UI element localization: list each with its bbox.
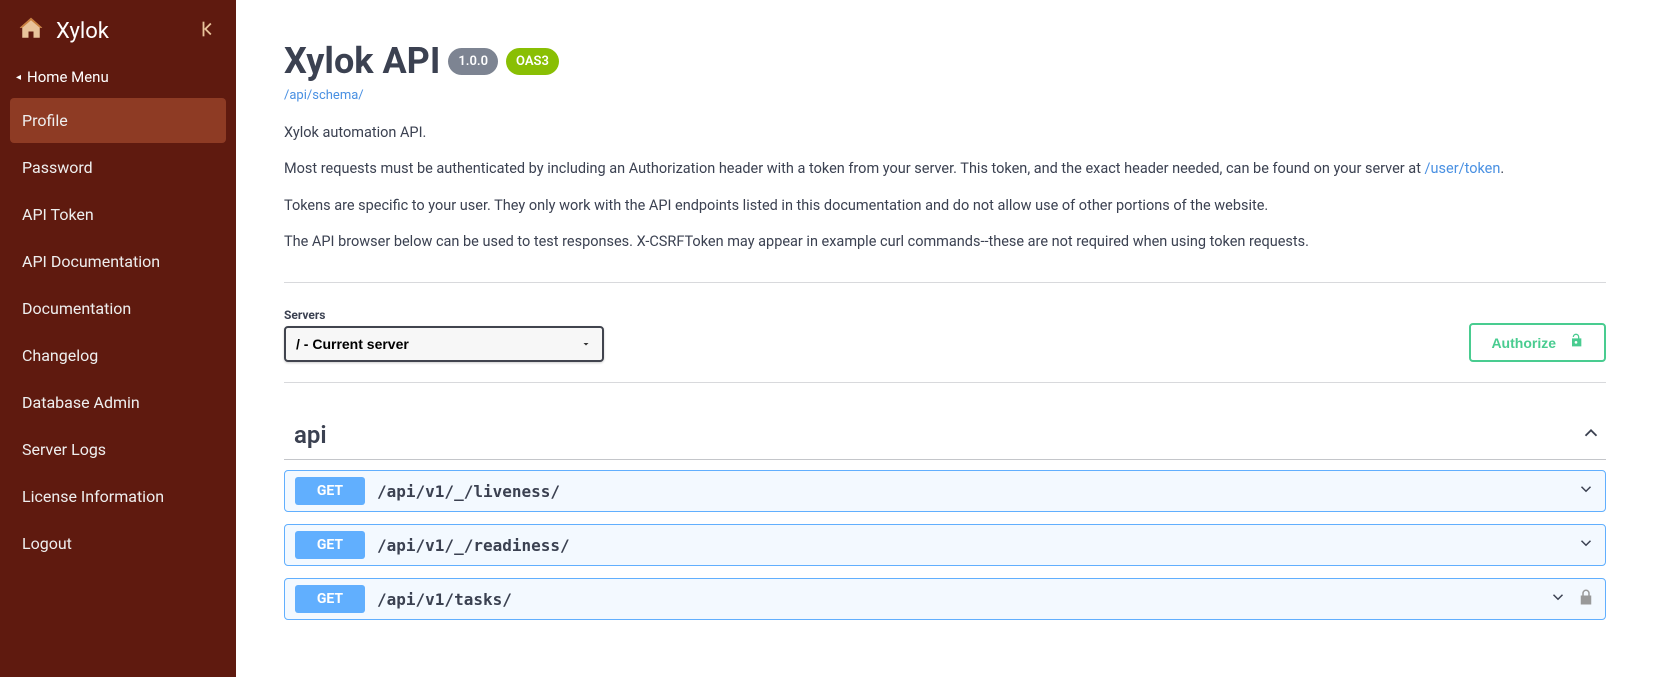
chevron-down-icon [1577, 480, 1595, 502]
chevron-down-icon [1549, 588, 1567, 610]
lock-open-icon [1568, 333, 1584, 352]
sidebar-item-license-information[interactable]: License Information [10, 474, 226, 519]
sidebar: Xylok ◂ Home Menu ProfilePasswordAPI Tok… [0, 0, 236, 677]
operation-path: /api/v1/_/readiness/ [377, 536, 1577, 555]
home-icon[interactable] [16, 14, 46, 48]
operation-path: /api/v1/tasks/ [377, 590, 1549, 609]
sidebar-item-password[interactable]: Password [10, 145, 226, 190]
brand-bar: Xylok [0, 0, 236, 62]
sidebar-item-api-documentation[interactable]: API Documentation [10, 239, 226, 284]
desc-p3: Tokens are specific to your user. They o… [284, 196, 1606, 216]
operation-row[interactable]: GET/api/v1/tasks/ [284, 578, 1606, 620]
main-content: Xylok API 1.0.0 OAS3 /api/schema/ Xylok … [236, 0, 1654, 677]
operation-path: /api/v1/_/liveness/ [377, 482, 1577, 501]
sidebar-item-api-token[interactable]: API Token [10, 192, 226, 237]
http-method-badge: GET [295, 585, 365, 613]
authorize-button[interactable]: Authorize [1469, 323, 1606, 362]
http-method-badge: GET [295, 477, 365, 505]
servers-select[interactable]: / - Current server [284, 326, 604, 362]
sidebar-item-documentation[interactable]: Documentation [10, 286, 226, 331]
oas-badge: OAS3 [506, 48, 559, 75]
chevron-down-icon [1577, 534, 1595, 556]
sidebar-nav: ProfilePasswordAPI TokenAPI Documentatio… [0, 94, 236, 572]
brand-name[interactable]: Xylok [56, 19, 109, 44]
servers-label: Servers [284, 308, 604, 322]
tag-name: api [294, 421, 327, 449]
tag-header[interactable]: api [284, 411, 1606, 460]
user-token-link[interactable]: /user/token [1425, 160, 1501, 177]
http-method-badge: GET [295, 531, 365, 559]
chevron-left-icon: ◂ [16, 72, 21, 83]
authorize-label: Authorize [1491, 335, 1556, 351]
operations-list: GET/api/v1/_/liveness/GET/api/v1/_/readi… [284, 470, 1606, 620]
servers-block: Servers / - Current server [284, 308, 604, 362]
desc-p4: The API browser below can be used to tes… [284, 232, 1606, 252]
sidebar-item-logout[interactable]: Logout [10, 521, 226, 566]
chevron-up-icon [1580, 422, 1602, 448]
operation-row[interactable]: GET/api/v1/_/liveness/ [284, 470, 1606, 512]
sidebar-item-database-admin[interactable]: Database Admin [10, 380, 226, 425]
version-badge: 1.0.0 [448, 48, 498, 75]
menu-header[interactable]: ◂ Home Menu [0, 62, 236, 94]
sidebar-item-profile[interactable]: Profile [10, 98, 226, 143]
api-title: Xylok API [284, 40, 440, 82]
schema-link[interactable]: /api/schema/ [284, 88, 364, 103]
api-description: Xylok automation API. Most requests must… [284, 123, 1606, 252]
lock-icon[interactable] [1577, 588, 1595, 610]
operation-row[interactable]: GET/api/v1/_/readiness/ [284, 524, 1606, 566]
desc-p2: Most requests must be authenticated by i… [284, 159, 1606, 179]
menu-header-label: Home Menu [27, 68, 109, 86]
collapse-sidebar-icon[interactable] [198, 18, 220, 44]
desc-p1: Xylok automation API. [284, 123, 1606, 143]
sidebar-item-server-logs[interactable]: Server Logs [10, 427, 226, 472]
sidebar-item-changelog[interactable]: Changelog [10, 333, 226, 378]
